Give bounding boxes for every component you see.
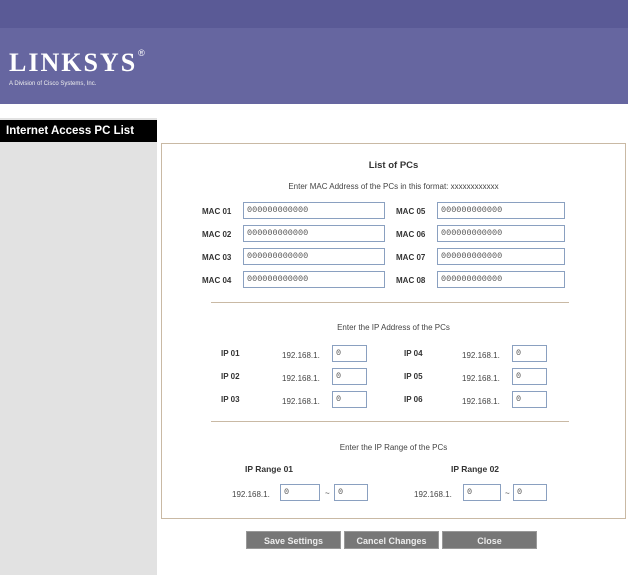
ip-range-01-prefix: 192.168.1. [232, 490, 270, 499]
ip-05-label: IP 05 [404, 372, 423, 381]
ip-04-input[interactable]: 0 [512, 345, 547, 362]
ip-02-prefix: 192.168.1. [282, 374, 320, 383]
ip-06-input[interactable]: 0 [512, 391, 547, 408]
save-settings-button[interactable]: Save Settings [246, 531, 341, 549]
header-top-stripe [0, 0, 628, 28]
mac-05-input[interactable]: 000000000000 [437, 202, 565, 219]
ip-range-01-label: IP Range 01 [245, 464, 294, 474]
header-bar: LINKSYS® A Division of Cisco Systems, In… [0, 0, 628, 104]
ip-03-prefix: 192.168.1. [282, 397, 320, 406]
ip-range-01-end-input[interactable]: 0 [334, 484, 368, 501]
mac-08-label: MAC 08 [396, 276, 426, 285]
ip-range-02-prefix: 192.168.1. [414, 490, 452, 499]
ip-01-input[interactable]: 0 [332, 345, 367, 362]
mac-03-label: MAC 03 [202, 253, 232, 262]
section-divider-2 [211, 421, 569, 422]
mac-03-input[interactable]: 000000000000 [243, 248, 385, 265]
header-divider [0, 104, 628, 118]
mac-04-input[interactable]: 000000000000 [243, 271, 385, 288]
ip-05-prefix: 192.168.1. [462, 374, 500, 383]
cancel-changes-button[interactable]: Cancel Changes [344, 531, 439, 549]
mac-01-label: MAC 01 [202, 207, 232, 216]
ip-01-prefix: 192.168.1. [282, 351, 320, 360]
close-button[interactable]: Close [442, 531, 537, 549]
ip-03-input[interactable]: 0 [332, 391, 367, 408]
mac-02-label: MAC 02 [202, 230, 232, 239]
mac-04-label: MAC 04 [202, 276, 232, 285]
ip-02-label: IP 02 [221, 372, 240, 381]
range-instruction: Enter the IP Range of the PCs [339, 443, 448, 452]
mac-05-label: MAC 05 [396, 207, 426, 216]
mac-07-label: MAC 07 [396, 253, 426, 262]
sidebar [0, 118, 157, 575]
logo-registered-mark: ® [138, 48, 145, 58]
mac-02-input[interactable]: 000000000000 [243, 225, 385, 242]
ip-06-label: IP 06 [404, 395, 423, 404]
ip-range-02-start-input[interactable]: 0 [463, 484, 501, 501]
ip-06-prefix: 192.168.1. [462, 397, 500, 406]
mac-06-label: MAC 06 [396, 230, 426, 239]
mac-08-input[interactable]: 000000000000 [437, 271, 565, 288]
ip-03-label: IP 03 [221, 395, 240, 404]
mac-06-input[interactable]: 000000000000 [437, 225, 565, 242]
ip-range-01-start-input[interactable]: 0 [280, 484, 320, 501]
ip-range-02-dash: ~ [505, 489, 510, 498]
ip-range-02-label: IP Range 02 [451, 464, 500, 474]
ip-04-prefix: 192.168.1. [462, 351, 500, 360]
ip-04-label: IP 04 [404, 349, 423, 358]
ip-range-02-end-input[interactable]: 0 [513, 484, 547, 501]
logo-subtitle: A Division of Cisco Systems, Inc. [9, 81, 97, 87]
ip-05-input[interactable]: 0 [512, 368, 547, 385]
panel-title: List of PCs [368, 160, 419, 171]
section-divider [211, 302, 569, 303]
ip-instruction: Enter the IP Address of the PCs [337, 323, 450, 332]
ip-02-input[interactable]: 0 [332, 368, 367, 385]
sidebar-title: Internet Access PC List [0, 120, 157, 142]
mac-instruction: Enter MAC Address of the PCs in this for… [288, 182, 499, 191]
ip-range-01-dash: ~ [325, 489, 330, 498]
mac-07-input[interactable]: 000000000000 [437, 248, 565, 265]
logo-text: LINKSYS [9, 48, 138, 77]
ip-01-label: IP 01 [221, 349, 240, 358]
mac-01-input[interactable]: 000000000000 [243, 202, 385, 219]
linksys-logo: LINKSYS® A Division of Cisco Systems, In… [9, 48, 145, 87]
